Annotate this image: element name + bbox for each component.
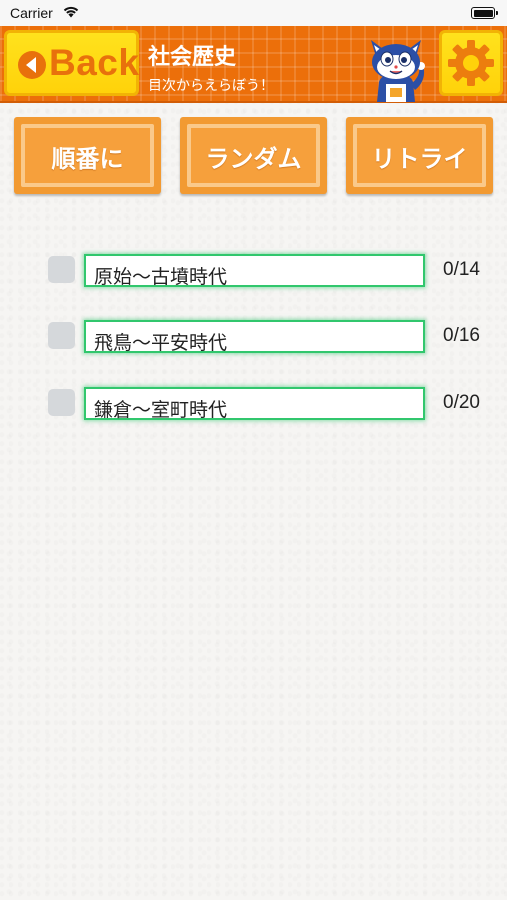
chapter-row: 鎌倉〜室町時代 0/20 — [0, 387, 507, 427]
back-arrow-icon — [18, 51, 46, 79]
settings-button[interactable] — [439, 30, 503, 96]
chapter-progress: 0/20 — [443, 392, 480, 413]
chapter-row: 飛鳥〜平安時代 0/16 — [0, 320, 507, 360]
battery-icon — [471, 7, 498, 19]
page-title: 社会歴史 — [148, 45, 237, 70]
chapter-checkbox[interactable] — [48, 322, 75, 349]
chapter-button[interactable]: 飛鳥〜平安時代 — [84, 320, 425, 354]
random-mode-label: ランダム — [205, 145, 302, 173]
page-subtitle: 目次からえらぼう！ — [148, 78, 274, 94]
carrier-label: Carrier — [10, 5, 53, 21]
back-button[interactable]: Back — [4, 30, 139, 96]
chapter-progress: 0/14 — [443, 259, 480, 280]
chapter-progress: 0/16 — [443, 325, 480, 346]
chapter-label: 原始〜古墳時代 — [94, 266, 228, 288]
order-mode-label: 順番に — [51, 145, 124, 173]
chapter-label: 鎌倉〜室町時代 — [94, 399, 228, 421]
back-label: Back — [49, 42, 140, 83]
header-bar: Back 社会歴史 目次からえらぼう！ — [0, 26, 507, 103]
chapter-button[interactable]: 鎌倉〜室町時代 — [84, 387, 425, 421]
status-bar: Carrier — [0, 0, 507, 26]
gear-icon — [448, 40, 494, 86]
cat-mascot-icon — [371, 40, 425, 102]
retry-mode-label: リトライ — [371, 145, 468, 173]
random-mode-button[interactable]: ランダム — [180, 117, 327, 194]
chapter-checkbox[interactable] — [48, 256, 75, 283]
chapter-button[interactable]: 原始〜古墳時代 — [84, 254, 425, 288]
order-mode-button[interactable]: 順番に — [14, 117, 161, 194]
wifi-icon — [63, 6, 79, 18]
chapter-checkbox[interactable] — [48, 389, 75, 416]
chapter-label: 飛鳥〜平安時代 — [94, 332, 228, 354]
chapter-row: 原始〜古墳時代 0/14 — [0, 254, 507, 294]
retry-mode-button[interactable]: リトライ — [346, 117, 493, 194]
